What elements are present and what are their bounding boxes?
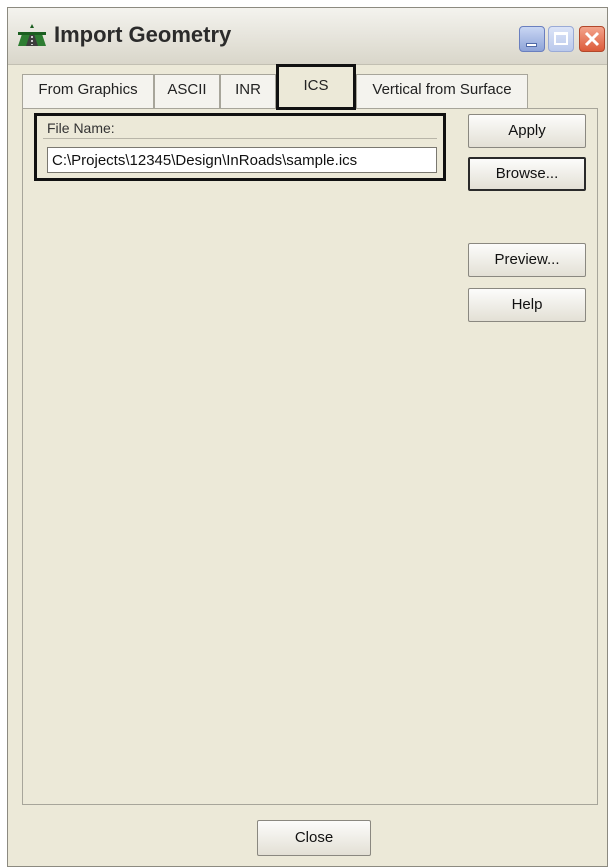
- preview-button[interactable]: Preview...: [468, 243, 586, 277]
- file-name-label: File Name:: [47, 120, 115, 136]
- tab-panel-ics: [22, 108, 598, 805]
- tab-vertical-from-surface[interactable]: Vertical from Surface: [356, 74, 528, 108]
- close-button[interactable]: Close: [257, 820, 371, 856]
- close-icon[interactable]: [579, 26, 605, 52]
- minimize-icon[interactable]: [519, 26, 545, 52]
- tab-from-graphics[interactable]: From Graphics: [22, 74, 154, 108]
- title-bar[interactable]: Import Geometry: [8, 8, 607, 65]
- browse-button[interactable]: Browse...: [468, 157, 586, 191]
- tab-ascii[interactable]: ASCII: [154, 74, 220, 108]
- tab-inr[interactable]: INR: [220, 74, 276, 108]
- file-name-input[interactable]: [47, 147, 437, 173]
- window-title: Import Geometry: [54, 22, 232, 47]
- road-app-icon: [18, 24, 46, 46]
- help-button[interactable]: Help: [468, 288, 586, 322]
- import-geometry-dialog: Import Geometry From Graphics ASCII INR …: [7, 7, 608, 867]
- maximize-icon[interactable]: [548, 26, 574, 52]
- apply-button[interactable]: Apply: [468, 114, 586, 148]
- file-name-group: File Name:: [34, 113, 446, 181]
- group-divider: [43, 138, 437, 139]
- tab-ics[interactable]: ICS: [276, 64, 356, 110]
